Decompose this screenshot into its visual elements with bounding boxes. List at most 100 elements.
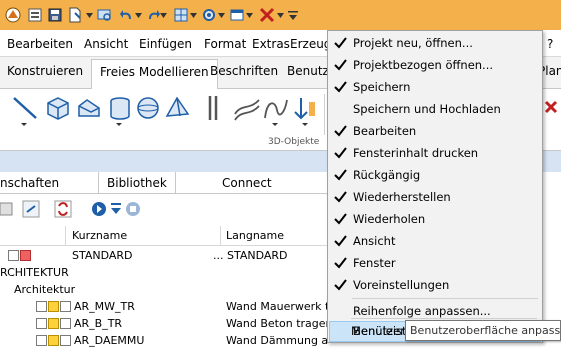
menu-item-wiederholen[interactable]: Wiederholen (329, 209, 541, 229)
menu-item-label: Wiederherstellen (353, 190, 451, 204)
check-icon (334, 257, 347, 269)
menu-item-speichern-hochladen[interactable]: Speichern und Hochladen (329, 99, 541, 119)
table-row[interactable]: AR_DAEMMU Wand Dämmung allg (0, 332, 330, 349)
tab-freies-modellieren[interactable]: Freies Modellieren (91, 59, 218, 90)
menu-item-wiederherstellen[interactable]: Wiederherstellen (329, 187, 541, 207)
table-row[interactable]: RCHITEKTUR (0, 264, 330, 282)
check-icon (334, 279, 347, 291)
langname-cell: Wand Dämmung allg (226, 334, 328, 347)
tab-connect[interactable]: Connect (222, 176, 272, 190)
customize-quick-access-icon[interactable] (286, 4, 300, 26)
table-row[interactable]: AR_B_TR Wand Beton tragend (0, 315, 330, 333)
tooltip: Benutzeroberfläche anpassen (405, 320, 561, 341)
menu-item-help[interactable]: ? (547, 37, 553, 51)
open-icon[interactable] (24, 4, 46, 26)
pyramid-icon[interactable] (162, 92, 192, 126)
split-icon[interactable] (291, 92, 321, 126)
menu-item-fensterinhalt-drucken[interactable]: Fensterinhalt drucken (329, 143, 541, 163)
check-icon (334, 125, 347, 137)
menu-item-erzeugen[interactable]: Erzeug (290, 37, 331, 51)
search-icon[interactable] (94, 4, 116, 26)
layer-status-square[interactable] (8, 250, 19, 261)
layer-status-square[interactable] (36, 335, 47, 346)
stop-icon[interactable] (124, 198, 142, 220)
tab-eigenschaften[interactable]: nschaften (0, 176, 59, 190)
quick-access-customize-menu: Projekt neu, öffnen... Projektbezogen öf… (327, 30, 543, 343)
navigate-dropdown-icon[interactable] (110, 198, 122, 220)
table-row[interactable]: Architektur (0, 281, 330, 299)
menu-item-projektbezogen[interactable]: Projektbezogen öffnen... (329, 55, 541, 75)
menu-item-voreinstellungen[interactable]: Voreinstellungen (329, 275, 541, 295)
layer-status-square[interactable] (60, 301, 71, 312)
chevron-down-icon[interactable] (246, 13, 253, 18)
tab-konstruieren[interactable]: Konstruieren (7, 64, 83, 78)
line-3d-icon[interactable] (10, 92, 40, 126)
allplan-logo-icon[interactable] (2, 4, 24, 26)
kurzname-cell: AR_B_TR (74, 317, 123, 330)
layer-color-square[interactable] (20, 250, 31, 261)
column-divider (220, 226, 221, 246)
navigate-icon[interactable] (90, 198, 108, 220)
column-header-langname[interactable]: Langname (226, 229, 284, 242)
menu-item-ansicht[interactable]: Ansicht (84, 37, 128, 51)
menu-item-rueckgaengig[interactable]: Rückgängig (329, 165, 541, 185)
check-icon (334, 235, 347, 247)
extrude-icon[interactable] (202, 92, 232, 126)
menu-item-projekt-neu[interactable]: Projekt neu, öffnen... (329, 33, 541, 53)
layer-color-square[interactable] (48, 318, 59, 329)
menu-item-label: Voreinstellungen (353, 278, 450, 292)
menu-item-label: Speichern und Hochladen (353, 102, 501, 116)
menu-item-bearbeiten[interactable]: Bearbeiten (329, 121, 541, 141)
table-row[interactable]: STANDARD ... STANDARD (0, 247, 330, 265)
menu-item-label: Rückgängig (353, 168, 421, 182)
layer-status-square[interactable] (60, 335, 71, 346)
chevron-down-icon[interactable] (218, 13, 225, 18)
menu-item-format[interactable]: Format (204, 37, 246, 51)
settings-icon[interactable] (198, 4, 220, 26)
langname-cell: Wand Mauerwerk tra (226, 300, 328, 313)
folder-icon[interactable] (0, 198, 16, 220)
tab-beschriften[interactable]: Beschriften (210, 64, 278, 78)
menu-item-label: Ansicht (353, 234, 396, 248)
table-row[interactable]: AR_MW_TR Wand Mauerwerk tra (0, 298, 330, 316)
chevron-down-icon[interactable] (277, 13, 284, 18)
menu-item-label: Wiederholen (353, 212, 426, 226)
curve-icon[interactable] (261, 92, 291, 126)
chevron-down-icon[interactable] (190, 13, 197, 18)
chevron-down-icon[interactable] (86, 13, 93, 18)
prism-icon[interactable] (74, 92, 104, 126)
layer-status-square[interactable] (60, 318, 71, 329)
tab-bibliothek[interactable]: Bibliothek (98, 172, 176, 194)
layer-status-square[interactable] (36, 318, 47, 329)
menu-item-einfuegen[interactable]: Einfügen (139, 37, 192, 51)
partial-red-icon[interactable] (544, 100, 558, 114)
link-icon[interactable] (22, 198, 40, 220)
column-header-kurzname[interactable]: Kurzname (72, 229, 127, 242)
menu-item-ansicht[interactable]: Ansicht (329, 231, 541, 251)
chevron-down-icon[interactable] (160, 13, 167, 18)
chevron-down-icon[interactable] (135, 13, 142, 18)
layout-icon[interactable] (170, 4, 192, 26)
layer-status-square[interactable] (36, 301, 47, 312)
window-icon[interactable] (226, 4, 248, 26)
column-divider (65, 226, 66, 246)
menu-item-fenster[interactable]: Fenster (329, 253, 541, 273)
surface-icon[interactable] (232, 92, 262, 126)
menu-item-extras[interactable]: Extras (252, 37, 290, 51)
table-header: Kurzname Langname (0, 226, 330, 246)
quick-access-toolbar (0, 0, 561, 30)
menu-item-bearbeiten[interactable]: Bearbeiten (7, 37, 73, 51)
save-icon[interactable] (44, 4, 66, 26)
sphere-icon[interactable] (133, 92, 163, 126)
layer-color-square[interactable] (48, 335, 59, 346)
menu-item-label: Projekt neu, öffnen... (353, 36, 473, 50)
new-doc-icon[interactable] (64, 4, 86, 26)
menu-separator (352, 298, 538, 299)
layer-color-square[interactable] (48, 301, 59, 312)
menu-item-label: Fenster (353, 256, 396, 270)
cube-icon[interactable] (43, 92, 73, 126)
cylinder-icon[interactable] (105, 92, 135, 126)
tools-icon[interactable] (256, 4, 278, 26)
refresh-icon[interactable] (54, 198, 72, 220)
menu-item-speichern[interactable]: Speichern (329, 77, 541, 97)
